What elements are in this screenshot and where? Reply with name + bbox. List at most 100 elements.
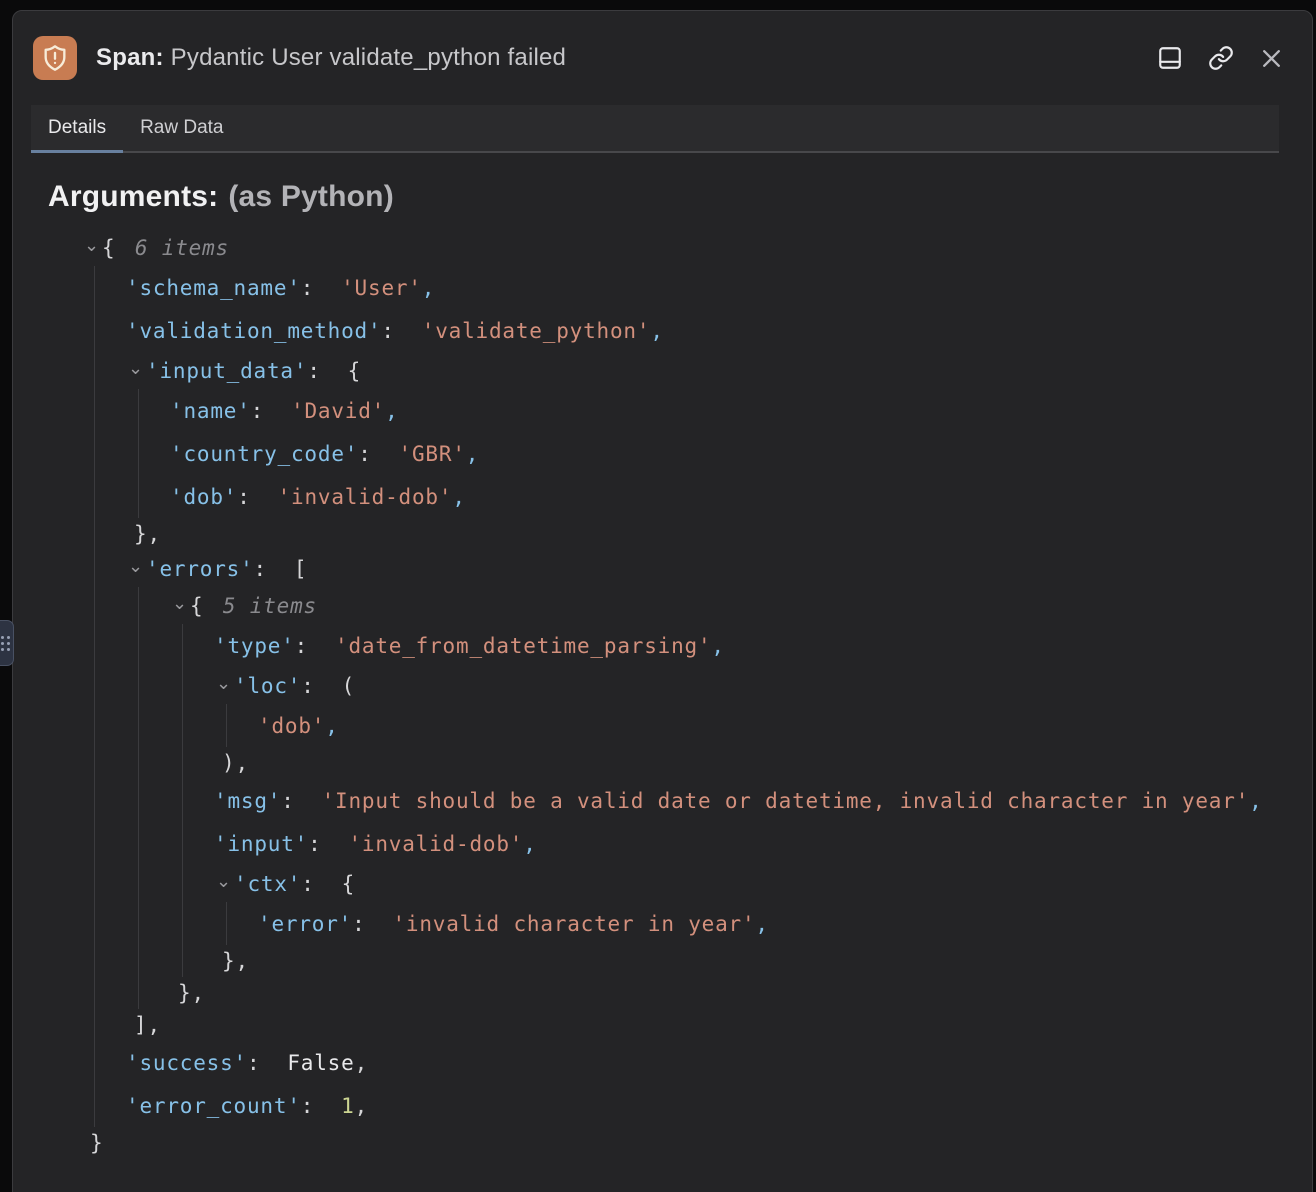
panel-header: Span: Pydantic User validate_python faile… bbox=[13, 11, 1312, 105]
code-line: }, bbox=[48, 518, 1292, 550]
token-key: 'loc' bbox=[234, 674, 301, 698]
code-line-text: { 6 items bbox=[48, 236, 229, 260]
token-str: 'invalid-dob' bbox=[278, 485, 453, 509]
token-punct: : bbox=[301, 276, 341, 300]
code-line-text: 'ctx': { bbox=[48, 872, 355, 896]
token-key: , bbox=[711, 634, 724, 658]
code-line-text: { 5 items bbox=[48, 594, 317, 618]
close-icon bbox=[1259, 46, 1284, 71]
token-key: , bbox=[755, 912, 768, 936]
panel-drag-handle[interactable] bbox=[0, 620, 14, 666]
token-punct: : bbox=[352, 912, 392, 936]
token-str: 'Input should be a valid date or datetim… bbox=[322, 789, 1250, 813]
code-line-text: 'dob': 'invalid-dob', bbox=[48, 485, 466, 509]
tab-bar: Details Raw Data bbox=[31, 105, 1279, 153]
code-line-text: }, bbox=[48, 522, 161, 546]
code-line: ⌄{ 5 items bbox=[48, 587, 1292, 624]
arguments-heading: Arguments:(as Python) bbox=[48, 180, 1292, 214]
code-line: ⌄'input_data': { bbox=[48, 352, 1292, 389]
token-key: , bbox=[466, 442, 479, 466]
arguments-heading-label: Arguments: bbox=[48, 180, 218, 213]
code-line: 'validation_method': 'validate_python', bbox=[48, 309, 1292, 352]
panel-title-kind: Span: bbox=[96, 44, 164, 71]
token-str: 'date_from_datetime_parsing' bbox=[335, 634, 711, 658]
code-line-text: 'loc': ( bbox=[48, 674, 355, 698]
dock-panel-bottom-button[interactable] bbox=[1155, 43, 1185, 73]
code-line: 'type': 'date_from_datetime_parsing', bbox=[48, 624, 1292, 667]
token-key: 'errors' bbox=[146, 557, 254, 581]
token-key: 'success' bbox=[126, 1051, 247, 1075]
copy-link-button[interactable] bbox=[1206, 43, 1236, 73]
code-line: 'input': 'invalid-dob', bbox=[48, 822, 1292, 865]
token-key: 'type' bbox=[214, 634, 295, 658]
token-punct: : bbox=[301, 674, 341, 698]
token-key: , bbox=[385, 399, 398, 423]
token-key: 'dob' bbox=[170, 485, 237, 509]
token-key: , bbox=[650, 319, 663, 343]
token-str: 'invalid-dob' bbox=[348, 832, 523, 856]
token-str: 'David' bbox=[291, 399, 385, 423]
token-punct: : bbox=[308, 832, 348, 856]
code-line-text: 'schema_name': 'User', bbox=[48, 276, 435, 300]
code-line: 'msg': 'Input should be a valid date or … bbox=[48, 779, 1292, 822]
token-key: 'error_count' bbox=[126, 1094, 301, 1118]
span-detail-panel: Span: Pydantic User validate_python faile… bbox=[12, 10, 1313, 1192]
token-punct: }, bbox=[134, 522, 161, 546]
shield-alert-icon bbox=[33, 36, 77, 80]
token-key: 'name' bbox=[170, 399, 251, 423]
token-punct: : bbox=[307, 359, 347, 383]
panel-title-text: Pydantic User validate_python failed bbox=[171, 44, 566, 71]
token-key: 'msg' bbox=[214, 789, 281, 813]
code-line-text: } bbox=[48, 1131, 103, 1155]
token-key: 'input' bbox=[214, 832, 308, 856]
close-button[interactable] bbox=[1257, 44, 1286, 73]
code-line-text: 'validation_method': 'validate_python', bbox=[48, 319, 664, 343]
code-line-text: }, bbox=[48, 981, 205, 1005]
link-icon bbox=[1208, 45, 1234, 71]
token-punct: : bbox=[301, 872, 341, 896]
code-line: ⌄'errors': [ bbox=[48, 550, 1292, 587]
tab-details[interactable]: Details bbox=[31, 105, 123, 153]
token-key: , bbox=[1249, 789, 1262, 813]
token-num: 1 bbox=[341, 1094, 354, 1118]
grip-dots-icon bbox=[1, 636, 10, 651]
panel-title: Span: Pydantic User validate_python faile… bbox=[96, 44, 566, 72]
code-line-text: 'input_data': { bbox=[48, 359, 361, 383]
token-key: 'validation_method' bbox=[126, 319, 381, 343]
tab-raw-data[interactable]: Raw Data bbox=[123, 105, 240, 153]
token-punct: : bbox=[358, 442, 398, 466]
token-punct: }, bbox=[178, 981, 205, 1005]
code-line-text: ), bbox=[48, 751, 249, 775]
token-key: , bbox=[523, 832, 536, 856]
token-str: 'validate_python' bbox=[422, 319, 651, 343]
token-str: 'dob' bbox=[258, 714, 325, 738]
token-punct: ( bbox=[342, 674, 355, 698]
token-meta: 5 items bbox=[223, 594, 317, 618]
code-line: 'dob': 'invalid-dob', bbox=[48, 475, 1292, 518]
token-str: 'GBR' bbox=[399, 442, 466, 466]
code-line-text: 'country_code': 'GBR', bbox=[48, 442, 479, 466]
token-punct: : bbox=[247, 1051, 287, 1075]
token-punct: : bbox=[301, 1094, 341, 1118]
token-punct: }, bbox=[222, 949, 249, 973]
token-key: , bbox=[422, 276, 435, 300]
token-punct: { bbox=[190, 594, 217, 618]
code-line: 'schema_name': 'User', bbox=[48, 266, 1292, 309]
token-punct: [ bbox=[294, 557, 307, 581]
code-line-text: 'type': 'date_from_datetime_parsing', bbox=[48, 634, 725, 658]
token-str: 'User' bbox=[341, 276, 422, 300]
code-line-text: 'error_count': 1, bbox=[48, 1094, 368, 1118]
code-line-text: 'error': 'invalid character in year', bbox=[48, 912, 769, 936]
token-key: 'ctx' bbox=[234, 872, 301, 896]
token-punct: : bbox=[381, 319, 421, 343]
code-line: 'success': False, bbox=[48, 1041, 1292, 1084]
code-line-text: 'errors': [ bbox=[48, 557, 307, 581]
code-line-text: ], bbox=[48, 1013, 161, 1037]
code-line: ⌄'loc': ( bbox=[48, 667, 1292, 704]
token-key: , bbox=[325, 714, 338, 738]
token-key: 'schema_name' bbox=[126, 276, 301, 300]
code-line: ⌄{ 6 items bbox=[48, 229, 1292, 266]
token-punct: , bbox=[355, 1051, 368, 1075]
panel-bottom-icon bbox=[1157, 45, 1183, 71]
token-punct: , bbox=[355, 1094, 368, 1118]
